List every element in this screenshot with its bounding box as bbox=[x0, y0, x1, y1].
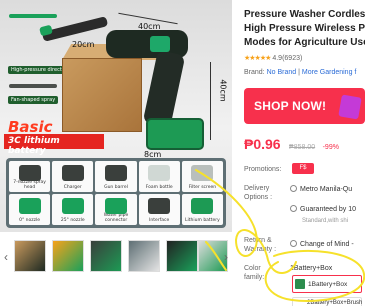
thumbnail-strip: ‹ › bbox=[0, 238, 232, 276]
chevron-left-icon[interactable]: ‹ bbox=[4, 250, 8, 264]
variant-option-selected[interactable]: 1Battery+Box bbox=[292, 275, 362, 293]
dimension-line bbox=[210, 62, 211, 140]
rating[interactable]: ★★★★★ 4.9(6923) bbox=[244, 54, 302, 62]
color-family-label: Color family: bbox=[244, 265, 265, 281]
accessory-item: Charger bbox=[52, 161, 94, 192]
dimension-height: 40cm bbox=[218, 79, 228, 102]
variant-option[interactable]: 2Battery+Box+Brush bbox=[292, 297, 362, 306]
accessory-item: Gun barrel bbox=[95, 161, 137, 192]
accessories-grid: 7-nozzle spray head Charger Gun barrel F… bbox=[6, 158, 226, 228]
current-price: ₱0.96 bbox=[244, 136, 281, 152]
shop-now-label: SHOP NOW! bbox=[254, 99, 327, 113]
variant-label: 1Battery+Box bbox=[308, 280, 348, 288]
dimension-width: 40cm bbox=[138, 22, 161, 31]
product-title: Pressure Washer Cordless High Pressure W… bbox=[244, 8, 365, 50]
thumbnail[interactable] bbox=[52, 240, 84, 272]
return-policy-text: Change of Mind - bbox=[300, 241, 354, 248]
brand-label: Brand: bbox=[244, 69, 265, 76]
title-line: Modes for Agriculture Use bbox=[244, 37, 365, 48]
guarantee-row: Guaranteed by 10 bbox=[290, 205, 356, 213]
promotion-chip[interactable]: F$ bbox=[292, 163, 314, 174]
truck-icon bbox=[290, 205, 297, 212]
rating-count: 4.9(6923) bbox=[272, 55, 303, 62]
promo-subtitle: 3C lithium battery bbox=[4, 134, 104, 156]
product-gallery: High-pressure direct spray Fan-shaped sp… bbox=[0, 0, 232, 306]
product-main-image[interactable]: High-pressure direct spray Fan-shaped sp… bbox=[0, 0, 232, 232]
standard-shipping: Standard,with shi bbox=[302, 218, 349, 224]
accessory-item: 7-nozzle spray head bbox=[9, 161, 51, 192]
gun-battery bbox=[146, 118, 204, 150]
delivery-location-text: Metro Manila-Qu bbox=[300, 186, 353, 193]
guarantee-text: Guaranteed by 10 bbox=[300, 206, 357, 213]
more-category-link[interactable]: More Gardening f bbox=[302, 69, 356, 76]
return-policy: Change of Mind - bbox=[290, 240, 354, 248]
carton-box bbox=[62, 58, 142, 132]
brand-row: Brand: No Brand | More Gardening f bbox=[244, 69, 356, 76]
shop-now-banner[interactable]: SHOP NOW! bbox=[244, 88, 365, 124]
original-price: ₱858.00 bbox=[289, 144, 316, 151]
product-info: Pressure Washer Cordless High Pressure W… bbox=[244, 0, 365, 306]
nozzle-swatch bbox=[9, 84, 57, 88]
nozzle-swatch bbox=[9, 14, 57, 18]
accessory-item: 0° nozzle bbox=[9, 194, 51, 225]
accessory-item: Filter screen bbox=[181, 161, 223, 192]
accessory-item: Lithium battery bbox=[181, 194, 223, 225]
thumbnail[interactable] bbox=[128, 240, 160, 272]
thumbnail[interactable] bbox=[166, 240, 198, 272]
brand-separator: | bbox=[298, 69, 300, 76]
star-icon: ★★★★★ bbox=[244, 55, 271, 62]
dimension-depth: 20cm bbox=[72, 40, 95, 49]
gun-display bbox=[150, 36, 170, 52]
title-line: Pressure Washer Cordless bbox=[244, 9, 365, 20]
location-pin-icon bbox=[290, 185, 297, 192]
thumbnail[interactable] bbox=[14, 240, 46, 272]
chevron-right-icon[interactable]: › bbox=[224, 250, 228, 264]
spray-tag-fan: Fan-shaped spray bbox=[8, 96, 59, 104]
return-warranty-label: Return & Warranty : bbox=[244, 237, 277, 253]
promotions-label: Promotions: bbox=[244, 166, 282, 173]
accessory-item: 25° nozzle bbox=[52, 194, 94, 225]
accessory-item: Water pipe connector bbox=[95, 194, 137, 225]
title-line: High Pressure Wireless Po bbox=[244, 23, 365, 34]
price-row: ₱0.96 ₱858.00 -99% bbox=[244, 136, 339, 154]
accessory-item: Interface bbox=[138, 194, 180, 225]
discount-badge: -99% bbox=[322, 144, 339, 151]
variant-thumbnail bbox=[295, 279, 305, 289]
delivery-location[interactable]: Metro Manila-Qu bbox=[290, 185, 352, 193]
delivery-label: Delivery Options : bbox=[244, 185, 273, 201]
gun-grip bbox=[142, 49, 186, 129]
shield-icon bbox=[290, 240, 297, 247]
gift-icon bbox=[338, 94, 362, 120]
brand-link[interactable]: No Brand bbox=[267, 69, 297, 76]
accessory-item: Foam bottle bbox=[138, 161, 180, 192]
thumbnail[interactable] bbox=[90, 240, 122, 272]
selected-variant: 1Battery+Box bbox=[290, 265, 333, 272]
